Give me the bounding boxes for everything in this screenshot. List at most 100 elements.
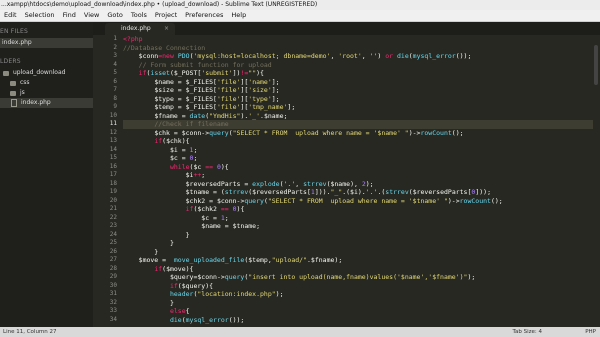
- menu-view[interactable]: View: [80, 10, 103, 21]
- sidebar: EN FILES index.php LDERS upload_download…: [0, 22, 93, 327]
- code-line: $chk = $conn->query("SELECT * FROM uploa…: [154, 128, 464, 137]
- folder-label: css: [20, 79, 30, 86]
- folder-icon: [3, 70, 9, 76]
- menu-preferences[interactable]: Preferences: [181, 10, 227, 21]
- code-line: $i = 1;: [169, 145, 198, 154]
- line-number: 21: [109, 205, 117, 212]
- line-number: 4: [113, 60, 117, 68]
- line-number: 18: [109, 179, 117, 187]
- code-line: //Database Connection: [123, 43, 206, 52]
- line-number: 32: [109, 298, 117, 306]
- line-number: 10: [109, 111, 117, 119]
- code-line: $name = $_FILES['file']['name'];: [154, 77, 280, 86]
- line-number: 8: [113, 94, 117, 102]
- code-area[interactable]: <?php //Database Connection $conn=new PD…: [123, 35, 593, 327]
- code-line: $i++;: [185, 171, 206, 179]
- status-bar: Line 11, Column 27 Tab Size: 4 PHP: [0, 327, 600, 337]
- code-line: if($query){: [169, 281, 214, 290]
- line-number: 7: [113, 86, 117, 93]
- code-line: $temp = $_FILES['file']['tmp_name'];: [154, 103, 296, 111]
- close-icon[interactable]: ×: [164, 23, 169, 35]
- folder-item-upload-download[interactable]: upload_download: [0, 68, 93, 78]
- tab-bar: index.php ×: [93, 22, 600, 35]
- code-line: if($chk2 == 0){: [185, 205, 245, 213]
- folder-label: js: [20, 89, 25, 96]
- code-line: $name = $tname;: [201, 222, 261, 230]
- line-number: 15: [109, 154, 117, 161]
- code-line: $reversedParts = explode('.', strrev($na…: [185, 179, 374, 188]
- file-item-index[interactable]: index.php: [0, 98, 93, 108]
- file-icon: [11, 99, 17, 107]
- menu-edit[interactable]: Edit: [0, 10, 21, 21]
- code-line: header("location:index.php");: [169, 290, 284, 298]
- code-line: while($c == 0){: [169, 162, 229, 171]
- folder-item-js[interactable]: js: [0, 88, 93, 98]
- cursor-position: Line 11, Column 27: [3, 329, 57, 335]
- line-number: 5: [113, 69, 117, 76]
- line-number: 26: [109, 247, 117, 255]
- line-number: 11: [109, 120, 117, 127]
- line-number: 12: [109, 128, 117, 136]
- open-files-header: EN FILES: [0, 28, 28, 35]
- line-number: 23: [109, 222, 117, 229]
- code-line: // Form submit function for upload: [138, 60, 272, 69]
- menu-goto[interactable]: Goto: [103, 10, 127, 21]
- line-number: 2: [113, 43, 117, 51]
- code-editor[interactable]: 1 2 3 4 5 6 7 8 9 10 11 12 13 14 15 16 17 18 19 20 21 22 23 24 2…: [93, 35, 600, 327]
- syntax-mode[interactable]: PHP: [585, 327, 596, 337]
- line-number: 28: [109, 264, 117, 272]
- code-line: $c = 0;: [169, 154, 198, 162]
- folders-header: LDERS: [0, 58, 21, 65]
- line-number: 9: [113, 103, 117, 110]
- code-line: $c = 1;: [201, 213, 229, 222]
- line-number: 31: [109, 290, 117, 297]
- code-line: $move = move_uploaded_file($temp,"upload…: [138, 256, 343, 264]
- line-number: 13: [109, 137, 117, 144]
- folder-icon: [10, 90, 16, 96]
- line-number: 20: [109, 196, 117, 204]
- menu-project[interactable]: Project: [151, 10, 181, 21]
- code-line: $fname = date("YmdHis").'_'.$name;: [154, 111, 288, 120]
- folder-icon: [10, 80, 16, 86]
- code-line: if($chk){: [154, 137, 190, 145]
- code-line: }: [123, 247, 159, 256]
- line-number: 14: [109, 145, 117, 153]
- code-line: }: [123, 230, 190, 239]
- code-line: $tname = (strrev($reversedParts[1]))."_"…: [185, 188, 491, 196]
- code-line: <?php: [123, 35, 143, 43]
- line-gutter: 1 2 3 4 5 6 7 8 9 10 11 12 13 14 15 16 17 18 19 20 21 22 23 24 2…: [93, 35, 121, 327]
- line-number: 16: [109, 162, 117, 170]
- code-line: $type = $_FILES['file']['type'];: [154, 94, 280, 103]
- tab-index-php[interactable]: index.php ×: [105, 23, 175, 35]
- code-line: $query=$conn->query("insert into upload(…: [169, 273, 476, 281]
- menu-bar: Edit Selection Find View Goto Tools Proj…: [0, 10, 600, 22]
- file-label: index.php: [21, 99, 51, 106]
- code-line: }: [123, 239, 174, 247]
- line-number: 3: [113, 52, 117, 59]
- line-number: 1: [113, 35, 117, 42]
- line-number: 19: [109, 188, 117, 195]
- line-number: 34: [109, 315, 117, 323]
- menu-find[interactable]: Find: [59, 10, 80, 21]
- tab-size[interactable]: Tab Size: 4: [513, 327, 542, 337]
- open-file-item[interactable]: index.php: [0, 38, 93, 48]
- code-line: $size = $_FILES['file']['size'];: [154, 86, 280, 94]
- line-number: 24: [109, 230, 117, 238]
- line-number: 33: [109, 307, 117, 314]
- code-line: $conn=new PDO('mysql:host=localhost; dbn…: [138, 52, 472, 60]
- line-number: 22: [109, 213, 117, 221]
- window-title: ...xampp\htdocs\demo\upload_download\ind…: [0, 0, 600, 10]
- open-file-label: index.php: [2, 39, 32, 46]
- folder-label: upload_download: [13, 69, 66, 76]
- folder-item-css[interactable]: css: [0, 78, 93, 88]
- menu-selection[interactable]: Selection: [21, 10, 59, 21]
- minimap-scroll[interactable]: [594, 45, 598, 85]
- menu-tools[interactable]: Tools: [127, 10, 151, 21]
- line-number: 29: [109, 273, 117, 280]
- tab-label: index.php: [121, 25, 151, 32]
- line-number: 6: [113, 77, 117, 85]
- code-line: if(isset($_POST['submit'])!=""){: [138, 69, 264, 77]
- code-line: die(mysql_error());: [169, 315, 245, 324]
- menu-help[interactable]: Help: [227, 10, 250, 21]
- line-number: 30: [109, 281, 117, 289]
